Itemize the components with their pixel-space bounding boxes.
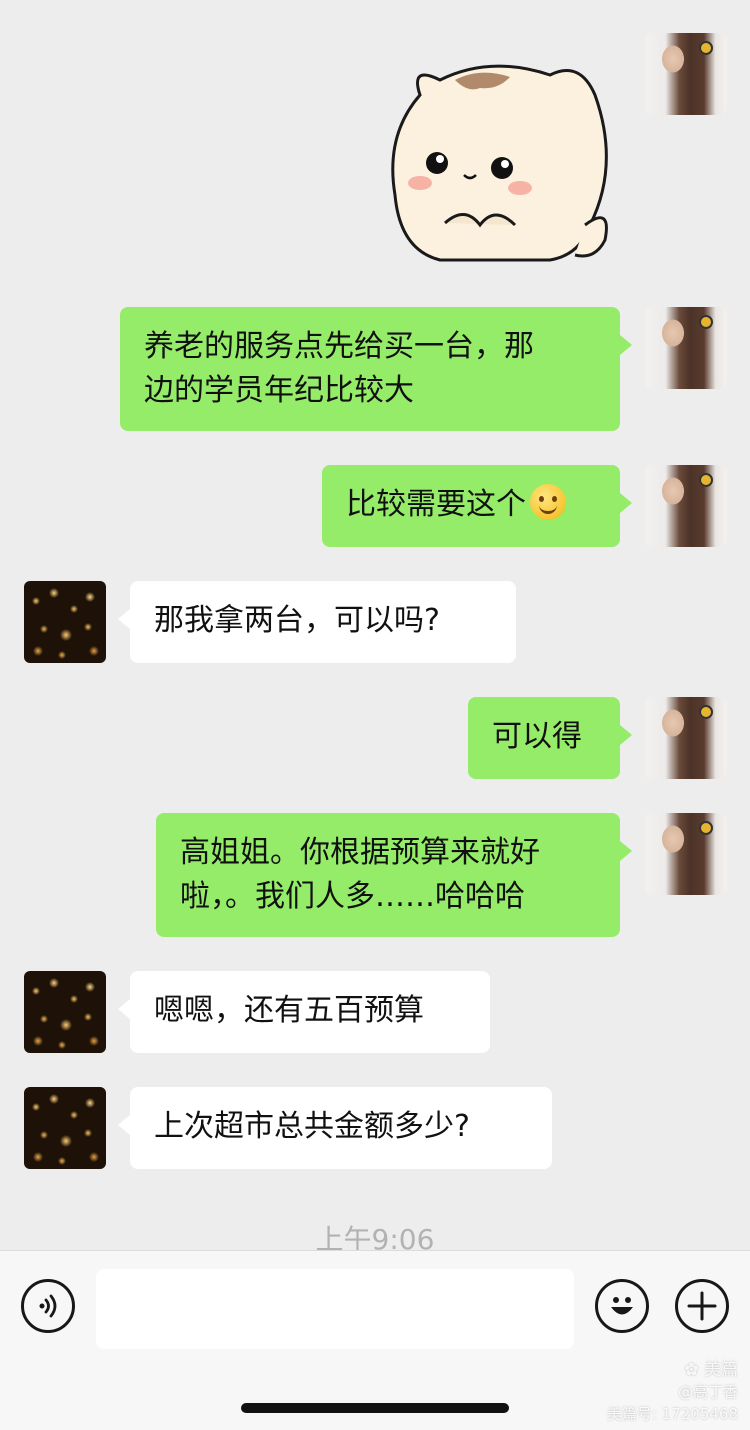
emoji-picker-icon xyxy=(611,1297,633,1315)
watermark-author: @高丁香 xyxy=(677,1383,738,1401)
contact-avatar[interactable] xyxy=(24,1087,106,1169)
cat-sticker[interactable] xyxy=(380,55,620,270)
message-bubble-outgoing[interactable]: 可以得 xyxy=(468,697,632,779)
more-plus-button[interactable] xyxy=(675,1279,729,1333)
my-avatar[interactable] xyxy=(645,33,727,115)
contact-avatar[interactable] xyxy=(24,581,106,663)
voice-input-icon xyxy=(39,1294,57,1318)
message-input[interactable] xyxy=(96,1269,574,1349)
my-avatar[interactable] xyxy=(645,697,727,779)
message-bubble-outgoing[interactable]: 养老的服务点先给买一台，那 边的学员年纪比较大 xyxy=(120,307,632,431)
watermark-logo-icon: ✿ xyxy=(684,1360,699,1380)
my-avatar[interactable] xyxy=(645,813,727,895)
more-plus-icon xyxy=(687,1291,717,1321)
home-indicator[interactable] xyxy=(241,1403,509,1413)
emoji-picker-button[interactable] xyxy=(595,1279,649,1333)
smiling-face-emoji-icon xyxy=(530,484,566,520)
my-avatar[interactable] xyxy=(645,465,727,547)
message-bubble-incoming[interactable]: 上次超市总共金额多少? xyxy=(118,1087,552,1169)
message-bubble-outgoing[interactable]: 高姐姐。你根据预算来就好 啦，。我们人多……哈哈哈 xyxy=(156,813,632,937)
contact-avatar[interactable] xyxy=(24,971,106,1053)
message-bubble-incoming[interactable]: 嗯嗯，还有五百预算 xyxy=(118,971,490,1053)
message-bubble-incoming[interactable]: 那我拿两台，可以吗? xyxy=(118,581,516,663)
watermark-id: 美篇号: 17205468 xyxy=(606,1405,738,1423)
message-text: 比较需要这个 xyxy=(346,487,526,522)
message-bubble-outgoing[interactable]: 比较需要这个 xyxy=(322,465,632,547)
watermark-brand-text: 美篇 xyxy=(704,1360,738,1380)
my-avatar[interactable] xyxy=(645,307,727,389)
voice-input-button[interactable] xyxy=(21,1279,75,1333)
watermark-brand: ✿ 美篇 xyxy=(684,1355,738,1380)
